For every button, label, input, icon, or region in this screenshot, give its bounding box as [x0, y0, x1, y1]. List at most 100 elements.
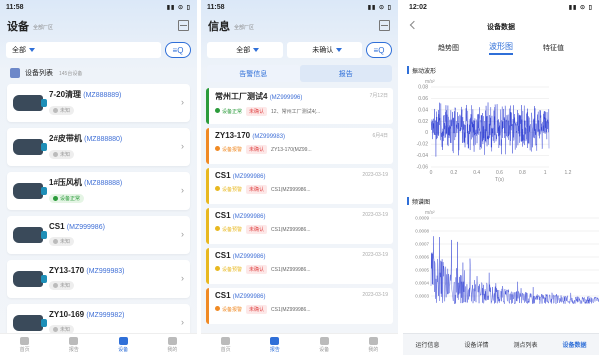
- factory-selector[interactable]: 全部厂区: [234, 24, 254, 31]
- tab-home[interactable]: 首页: [201, 334, 250, 355]
- alarm-device: CS1 (MZ999986): [215, 211, 265, 220]
- device-card[interactable]: ZY13-170 (MZ999983) 未知 ›: [7, 260, 190, 298]
- tab-alarm[interactable]: 告警信息: [207, 65, 300, 82]
- device-image: [13, 315, 47, 331]
- device-image: [13, 183, 47, 199]
- status-icon: [215, 186, 220, 191]
- tab-mine[interactable]: 我的: [148, 334, 197, 355]
- tab-report[interactable]: 报告: [250, 334, 299, 355]
- device-name: 2#皮带机 (MZ888880): [49, 133, 122, 144]
- filter-search-button[interactable]: ≡Q: [366, 42, 392, 58]
- alarm-status: 设备预警: [215, 226, 242, 233]
- status-text: 设备预警: [222, 267, 243, 273]
- status-text: 未知: [60, 326, 71, 333]
- device-card[interactable]: 7-20清理 (MZ888889) 未知 ›: [7, 84, 190, 122]
- device-card[interactable]: CS1 (MZ999986) 未知 ›: [7, 216, 190, 254]
- device-card[interactable]: 2#皮带机 (MZ888880) 未知 ›: [7, 128, 190, 166]
- filter-select[interactable]: 全部: [6, 42, 161, 58]
- status-badge: 设备正常: [49, 193, 85, 203]
- page-title: 设备数据: [487, 23, 515, 31]
- alarm-meta: 设备预警 未确认 CS1(MZ999986...: [215, 225, 388, 234]
- tab-waveform[interactable]: 波形图: [489, 41, 513, 55]
- status-icon: [215, 146, 220, 151]
- status-icon: [215, 266, 220, 271]
- clock: 11:58: [6, 3, 24, 11]
- alarm-name: ZY13-170: [215, 131, 251, 140]
- alarm-meta: 设备报警 未确认 CS1(MZ999986...: [215, 305, 388, 314]
- device-image: [13, 271, 47, 287]
- tab-label: 我的: [368, 346, 379, 353]
- tab-features[interactable]: 特征值: [543, 43, 564, 53]
- device-name: 7-20清理 (MZ888889): [49, 89, 121, 100]
- device-label: ZY10-169: [49, 309, 85, 319]
- nav-point-list[interactable]: 测点列表: [501, 334, 550, 355]
- unconfirmed-tag: 未确认: [246, 185, 268, 194]
- unknown-icon: [53, 238, 58, 244]
- status-bar: 12:02 ▮▮ ⊙ ▯: [403, 0, 599, 14]
- alarm-card[interactable]: CS1 (MZ999986) 2023-03-19 设备预警 未确认 CS1(MZ999…: [206, 248, 393, 284]
- unconfirmed-tag: 未确认: [246, 225, 268, 234]
- alarm-card[interactable]: ZY13-170 (MZ999983) 6月4日 设备报警 未确认 ZY13-170(M…: [206, 128, 393, 164]
- alarm-card[interactable]: CS1 (MZ999986) 2023-03-19 设备预警 未确认 CS1(MZ999…: [206, 168, 393, 204]
- filter-search-button[interactable]: ≡Q: [165, 42, 191, 58]
- alarm-code: (MZ999996): [269, 95, 303, 101]
- nav-run-info[interactable]: 运行信息: [403, 334, 452, 355]
- alarm-device: CS1 (MZ999986): [215, 171, 265, 180]
- device-code: (MZ888880): [84, 135, 123, 143]
- book-icon: [319, 336, 329, 345]
- tab-report[interactable]: 报告: [49, 334, 98, 355]
- scan-icon[interactable]: [178, 20, 189, 31]
- alarm-card[interactable]: CS1 (MZ999986) 2023-03-19 设备报警 未确认 CS1(MZ999…: [206, 288, 393, 324]
- tab-mine[interactable]: 我的: [349, 334, 398, 355]
- tab-report[interactable]: 报告: [299, 65, 392, 82]
- alarm-code: (MZ999983): [252, 134, 286, 140]
- alarm-desc: CS1(MZ999986...: [271, 306, 311, 313]
- status-text: 设备预警: [222, 227, 243, 233]
- type-select[interactable]: 全部: [207, 42, 283, 58]
- alarm-date: 7月12日: [369, 93, 388, 99]
- alarm-date: 2023-03-19: [362, 172, 388, 178]
- device-data-screen: 12:02 ▮▮ ⊙ ▯ 设备数据 趋势图 波形图 特征值 振动波形 m/s² 0.…: [403, 0, 599, 355]
- back-icon[interactable]: [409, 20, 419, 30]
- scan-icon[interactable]: [379, 20, 390, 31]
- status-text: 未知: [60, 282, 71, 289]
- alarm-status: 设备报警: [215, 306, 242, 313]
- waveform-series: [430, 102, 550, 157]
- chevron-right-icon: ›: [181, 229, 184, 239]
- confirm-select[interactable]: 未确认: [286, 42, 362, 58]
- search-row: 全部 ≡Q: [0, 38, 197, 62]
- tab-label: 设备: [118, 346, 129, 353]
- status-icon: [215, 108, 220, 113]
- bottom-tabbar: 首页 报告 设备 我的: [0, 333, 197, 355]
- unknown-icon: [53, 282, 58, 288]
- chevron-right-icon: ›: [181, 273, 184, 283]
- factory-selector[interactable]: 全部厂区: [33, 24, 53, 31]
- tab-trend[interactable]: 趋势图: [438, 43, 459, 53]
- status-badge: 未知: [49, 280, 75, 290]
- tab-device[interactable]: 设备: [300, 334, 349, 355]
- alarm-meta: 设备报警 未确认 ZY13-170(MZ99...: [215, 145, 388, 154]
- nav-device-detail[interactable]: 设备详情: [452, 334, 501, 355]
- alarm-card[interactable]: CS1 (MZ999986) 2023-03-19 设备预警 未确认 CS1(MZ999…: [206, 208, 393, 244]
- tab-label: 首页: [19, 346, 30, 353]
- alarm-card[interactable]: 常州工厂测试4 (MZ999996) 7月12日 设备正常 未确认 12、常州工厂测试4…: [206, 88, 393, 124]
- alarm-desc: ZY13-170(MZ99...: [271, 146, 312, 153]
- device-count: 145台设备: [59, 70, 83, 77]
- status-bar: 11:58 ▮▮ ⊙ ▯: [201, 0, 398, 14]
- y-tick-label: 0.0005: [415, 268, 429, 273]
- x-tick-label: 0.6: [496, 170, 503, 176]
- alarm-name: CS1: [215, 291, 231, 300]
- device-label: 2#皮带机: [49, 133, 82, 143]
- alarm-status: 设备预警: [215, 186, 242, 193]
- book-icon: [118, 336, 128, 345]
- status-icon: [215, 306, 220, 311]
- tab-home[interactable]: 首页: [0, 334, 49, 355]
- header: 设备 全部厂区: [0, 14, 197, 38]
- y-tick-label: 0.02: [418, 119, 428, 125]
- device-card[interactable]: 1#压风机 (MZ888888) 设备正常 ›: [7, 172, 190, 210]
- unconfirmed-tag: 未确认: [246, 265, 268, 274]
- device-screen: 11:58 ▮▮ ⊙ ▯ 设备 全部厂区 全部 ≡Q 设备列表 145台设备 7-2…: [0, 0, 197, 355]
- status-icons: ▮▮ ⊙ ▯: [367, 4, 392, 11]
- tab-device[interactable]: 设备: [99, 334, 148, 355]
- nav-device-data[interactable]: 设备数据: [550, 334, 599, 355]
